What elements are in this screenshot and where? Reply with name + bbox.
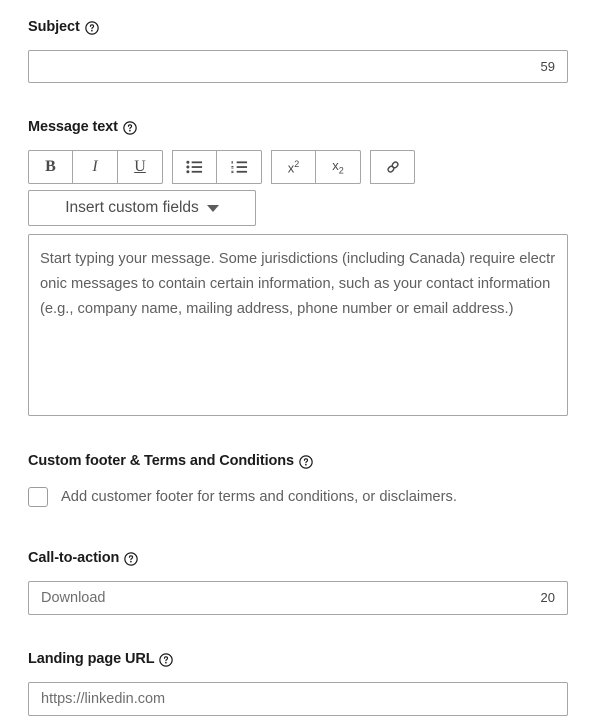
- numbered-list-icon: [230, 160, 248, 174]
- message-text-label: Message text: [28, 119, 118, 135]
- call-to-action-input[interactable]: Download 20: [28, 581, 568, 615]
- rich-text-toolbar: B I U x2 x2: [28, 150, 568, 184]
- landing-page-url-input[interactable]: https://linkedin.com: [28, 682, 568, 716]
- call-to-action-label: Call-to-action: [28, 550, 120, 566]
- subscript-button[interactable]: x2: [316, 150, 361, 184]
- help-circle-icon[interactable]: [123, 121, 137, 135]
- subject-character-counter: 59: [540, 58, 555, 74]
- italic-icon: I: [92, 158, 98, 175]
- call-to-action-label-row: Call-to-action: [28, 549, 568, 567]
- custom-footer-label: Custom footer & Terms and Conditions: [28, 453, 294, 469]
- toolbar-group-lists: [172, 150, 262, 184]
- help-circle-icon[interactable]: [299, 455, 313, 469]
- help-circle-icon[interactable]: [124, 552, 138, 566]
- message-composer-form: Subject 59 Message text B I U x2 x2 Inse…: [0, 0, 600, 727]
- superscript-icon: x2: [287, 158, 300, 176]
- call-to-action-field-group: Call-to-action Download 20: [28, 549, 568, 615]
- subscript-icon: x2: [332, 158, 344, 176]
- toolbar-group-script: x2 x2: [271, 150, 361, 184]
- bulleted-list-button[interactable]: [172, 150, 217, 184]
- help-circle-icon[interactable]: [159, 653, 174, 667]
- subject-field-group: Subject 59: [28, 18, 568, 83]
- subject-label-row: Subject: [28, 18, 568, 36]
- message-text-label-row: Message text: [28, 118, 568, 136]
- toolbar-group-text-style: B I U: [28, 150, 163, 184]
- superscript-button[interactable]: x2: [271, 150, 316, 184]
- underline-button[interactable]: U: [118, 150, 163, 184]
- insert-custom-fields-label: Insert custom fields: [65, 199, 199, 216]
- custom-footer-checkbox-row[interactable]: Add customer footer for terms and condit…: [28, 487, 568, 507]
- italic-button[interactable]: I: [73, 150, 118, 184]
- call-to-action-placeholder: Download: [41, 590, 106, 606]
- bold-button[interactable]: B: [28, 150, 73, 184]
- toolbar-group-link: [370, 150, 415, 184]
- insert-link-button[interactable]: [370, 150, 415, 184]
- custom-footer-checkbox[interactable]: [28, 487, 48, 507]
- call-to-action-character-counter: 20: [540, 590, 555, 605]
- message-text-field-group: Message text B I U x2 x2 Insert custom f…: [28, 118, 568, 416]
- underline-icon: U: [134, 158, 146, 175]
- link-icon: [385, 159, 401, 175]
- subject-label: Subject: [28, 19, 80, 35]
- numbered-list-button[interactable]: [217, 150, 262, 184]
- landing-page-url-placeholder: https://linkedin.com: [41, 691, 166, 707]
- custom-footer-field-group: Custom footer & Terms and Conditions Add…: [28, 452, 568, 507]
- insert-custom-fields-button[interactable]: Insert custom fields: [28, 190, 256, 226]
- landing-page-url-label-row: Landing page URL: [28, 650, 568, 668]
- message-text-textarea[interactable]: Start typing your message. Some jurisdic…: [28, 234, 568, 416]
- chevron-down-icon: [206, 204, 219, 212]
- help-circle-icon[interactable]: [84, 21, 99, 35]
- subject-input[interactable]: 59: [28, 50, 568, 83]
- landing-page-url-label: Landing page URL: [28, 651, 155, 667]
- custom-footer-label-row: Custom footer & Terms and Conditions: [28, 452, 568, 470]
- bulleted-list-icon: [186, 160, 203, 174]
- landing-page-url-field-group: Landing page URL https://linkedin.com: [28, 650, 568, 716]
- custom-footer-checkbox-label: Add customer footer for terms and condit…: [61, 489, 457, 505]
- bold-icon: B: [45, 158, 56, 175]
- message-text-placeholder: Start typing your message. Some jurisdic…: [40, 251, 556, 317]
